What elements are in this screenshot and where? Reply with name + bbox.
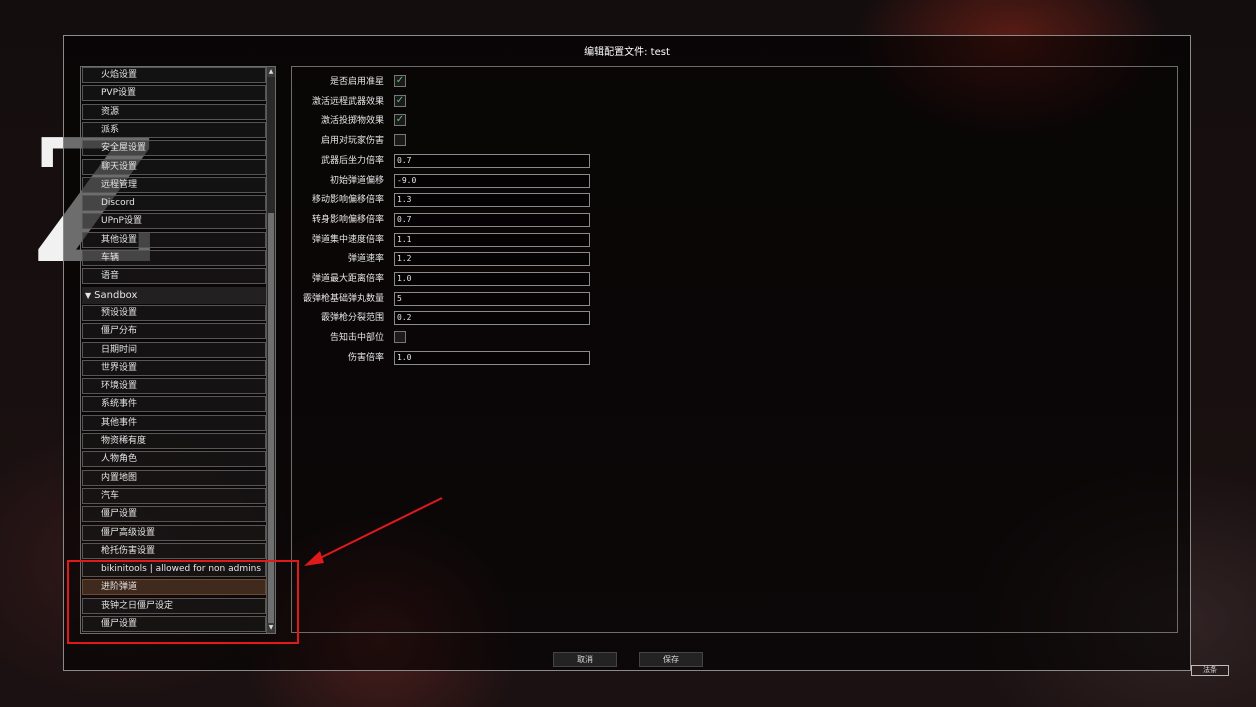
setting-row: 弹道最大距离倍率 1.0 <box>292 271 692 287</box>
setting-row: 伤害倍率 1.0 <box>292 350 692 366</box>
setting-label: 激活投掷物效果 <box>320 116 384 127</box>
tree-item[interactable]: 汽车 <box>82 487 266 504</box>
tree-group-label: Sandbox <box>94 289 138 301</box>
setting-label: 伤害倍率 <box>347 352 384 363</box>
tree-item[interactable]: Discord <box>82 195 266 212</box>
settings-tree: ▲ ▼ 火焰设置 PVP设置 资源 派系安全屋设置 聊天设置 远程管理 Discord UPn… <box>80 66 276 634</box>
triangle-down-icon[interactable]: ▼ <box>85 291 91 300</box>
setting-row: 武器后坐力倍率 0.7 <box>292 153 692 169</box>
tree-group-sandbox[interactable]: ▼ Sandbox <box>82 286 266 304</box>
tree-item[interactable]: 预设设置 <box>82 304 266 321</box>
tree-item[interactable]: 日期时间 <box>82 341 266 358</box>
tree-scrollbar[interactable]: ▲ ▼ <box>266 67 275 633</box>
save-button[interactable]: 保存 <box>639 652 703 667</box>
tree-item[interactable]: 其他事件 <box>82 414 266 431</box>
setting-row: 告知击中部位 <box>292 330 692 346</box>
setting-checkbox[interactable]: ✓ <box>394 94 406 107</box>
setting-row: 初始弹道偏移 -9.0 <box>292 173 692 189</box>
setting-label: 告知击中部位 <box>329 333 384 344</box>
setting-row: 霰弹枪基础弹丸数量 5 <box>292 291 692 307</box>
scroll-up-icon[interactable]: ▲ <box>267 67 275 77</box>
setting-text-field[interactable]: 1.0 <box>394 272 590 286</box>
annotation-arrow-icon <box>304 497 443 566</box>
setting-row: 是否启用准星 ✓ <box>292 74 692 90</box>
setting-label: 转身影响偏移倍率 <box>311 214 384 225</box>
tree-item[interactable]: 安全屋设置 <box>82 140 266 157</box>
setting-checkbox[interactable]: ✓ <box>394 75 406 87</box>
setting-text-field[interactable]: -9.0 <box>394 173 590 188</box>
tree-item[interactable]: 物资稀有度 <box>82 433 266 449</box>
tree-item[interactable]: 内置地图 <box>82 469 266 486</box>
tree-item[interactable]: 车辆 <box>82 250 266 266</box>
setting-label: 移动影响偏移倍率 <box>311 195 384 206</box>
setting-text-field[interactable]: 1.0 <box>394 350 590 365</box>
setting-checkbox[interactable] <box>394 134 406 147</box>
setting-label: 武器后坐力倍率 <box>320 155 384 166</box>
setting-label: 弹道最大距离倍率 <box>311 274 384 284</box>
setting-checkbox[interactable] <box>394 331 406 344</box>
setting-text-field[interactable]: 1.2 <box>394 252 590 267</box>
setting-row: 转身影响偏移倍率 0.7 <box>292 212 692 228</box>
tree-item[interactable]: 人物角色 <box>82 451 266 468</box>
tree-item[interactable]: 火焰设置 <box>82 67 266 83</box>
setting-row: 弹道集中速度倍率 1.1 <box>292 232 692 248</box>
setting-row: 激活投掷物效果 ✓ <box>292 113 692 129</box>
setting-text-field[interactable]: 5 <box>394 291 590 306</box>
tree-item[interactable]: 枪托伤害设置 <box>82 542 266 559</box>
setting-label: 初始弹道偏移 <box>329 175 384 186</box>
setting-text-field[interactable]: 0.7 <box>394 212 590 227</box>
tree-item[interactable]: 资源 <box>82 103 266 120</box>
setting-row: 启用对玩家伤害 <box>292 133 692 149</box>
annotation-highlight-box <box>67 560 299 644</box>
setting-label: 弹道集中速度倍率 <box>311 234 384 245</box>
tree-item[interactable]: 僵尸设置 <box>82 506 266 523</box>
setting-text-field[interactable]: 1.1 <box>394 232 590 247</box>
setting-text-field[interactable]: 0.2 <box>394 311 590 326</box>
dialog-title: 编辑配置文件: test <box>584 47 670 58</box>
tree-item[interactable]: 语音 <box>82 268 266 285</box>
setting-text-field[interactable]: 0.7 <box>394 153 590 168</box>
setting-checkbox[interactable]: ✓ <box>394 114 406 127</box>
cancel-button[interactable]: 取消 <box>553 652 617 667</box>
tree-item[interactable]: 远程管理 <box>82 176 266 193</box>
setting-label: 弹道速率 <box>347 254 384 265</box>
setting-label: 霰弹枪分裂范围 <box>320 313 384 324</box>
setting-label: 激活远程武器效果 <box>311 96 384 107</box>
setting-text-field[interactable]: 1.3 <box>394 193 590 208</box>
setting-row: 移动影响偏移倍率 1.3 <box>292 192 692 208</box>
setting-row: 弹道速率 1.2 <box>292 251 692 267</box>
corner-button[interactable]: 法条 <box>1191 665 1229 676</box>
tree-item[interactable]: 僵尸高级设置 <box>82 524 266 541</box>
tree-item[interactable]: 聊天设置 <box>82 158 266 175</box>
tree-item[interactable]: 系统事件 <box>82 396 266 413</box>
setting-row: 霰弹枪分裂范围 0.2 <box>292 310 692 326</box>
setting-label: 霰弹枪基础弹丸数量 <box>302 293 384 304</box>
setting-label: 启用对玩家伤害 <box>320 136 384 147</box>
setting-row: 激活远程武器效果 ✓ <box>292 94 692 110</box>
tree-item[interactable]: 其他设置 <box>82 231 266 248</box>
tree-item[interactable]: 僵尸分布 <box>82 323 266 340</box>
setting-label: 是否启用准星 <box>329 77 384 87</box>
tree-item[interactable]: PVP设置 <box>82 85 266 102</box>
tree-item[interactable]: 世界设置 <box>82 359 266 376</box>
tree-item[interactable]: UPnP设置 <box>82 213 266 230</box>
tree-item[interactable]: 环境设置 <box>82 378 266 395</box>
tree-item[interactable]: 派系 <box>82 121 266 138</box>
